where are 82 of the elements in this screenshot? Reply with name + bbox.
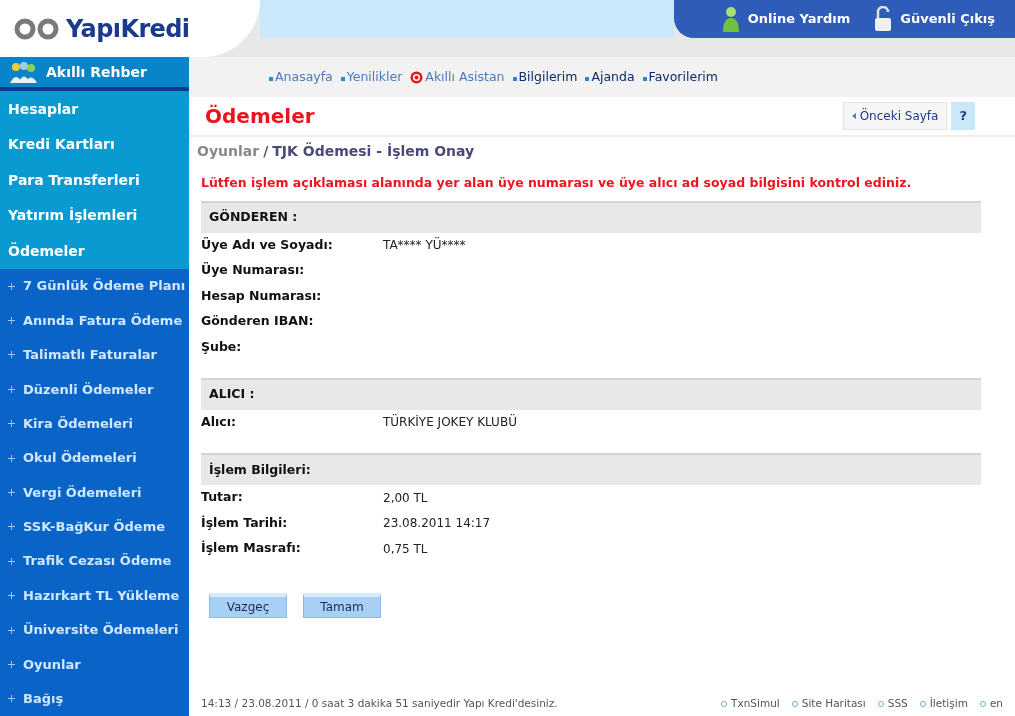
field-value: TÜRKİYE JOKEY KLUBÜ (383, 413, 517, 432)
footer-link[interactable]: TxnSimul (721, 696, 780, 712)
nav-link[interactable]: Bilgilerim (512, 67, 578, 87)
field-value: 0,75 TL (383, 540, 428, 558)
sidebar-item[interactable]: Ödemeler (0, 233, 189, 269)
field-label: Tutar: (201, 488, 244, 507)
bullet-icon (8, 385, 15, 393)
sidebar-subitem[interactable]: 7 Günlük Ödeme Planı (0, 268, 189, 304)
sidebar-item[interactable]: Hesaplar (0, 91, 189, 127)
smart-guide-bar[interactable]: Akıllı Rehber (0, 57, 189, 92)
field-value: 2,00 TL (383, 489, 428, 507)
bullet-icon (8, 351, 15, 359)
breadcrumb-separator: / (263, 142, 269, 161)
sidebar-item[interactable]: Para Transferleri (0, 162, 189, 198)
sidebar-subitem[interactable]: Oyunlar (0, 647, 189, 682)
field-label: Şube: (201, 337, 243, 356)
nav-link[interactable]: Ajanda (585, 67, 635, 87)
sidebar-subitem[interactable]: Bağış (0, 681, 189, 716)
bullet-icon (269, 77, 273, 81)
dialog-button[interactable]: Vazgeç (209, 593, 287, 619)
bullet-icon (512, 77, 517, 81)
person-icon (721, 6, 740, 32)
bullet-icon (8, 660, 15, 668)
sidebar-subitem[interactable]: Trafik Cezası Ödeme (0, 544, 189, 579)
sidebar-subitem[interactable]: Hazırkart TL Yükleme (0, 578, 189, 613)
section-header: GÖNDEREN : (201, 200, 981, 233)
sidebar-subitem[interactable]: Düzenli Ödemeler (0, 372, 189, 407)
padlock-icon (874, 6, 893, 32)
bullet-icon (340, 77, 345, 81)
target-icon (410, 70, 424, 84)
nav-link[interactable]: Yenilikler (340, 67, 403, 87)
bullet-icon (642, 77, 647, 81)
field-label: Alıcı: (201, 413, 237, 431)
field-label: Hesap Numarası: (201, 286, 323, 305)
bullet-icon (8, 592, 15, 600)
footer-link[interactable]: SSS (877, 696, 908, 712)
sidebar-subitem[interactable]: Okul Ödemeleri (0, 440, 189, 476)
bullet-icon (8, 317, 15, 324)
sidebar-subitem[interactable]: Vergi Ödemeleri (0, 475, 189, 510)
back-button[interactable]: Önceki Sayfa (842, 102, 948, 130)
nav-link[interactable]: Akıllı Asistan (410, 67, 505, 87)
warning-message: Lütfen işlem açıklaması alanında yer alan üye numarası ve üye alıcı ad soyad bilgisini kontrol ediniz. (200, 174, 913, 192)
breadcrumb-current: TJK Ödemesi - İşlem Onay (272, 141, 475, 161)
footer-link[interactable]: en (979, 696, 1003, 712)
people-icon (8, 61, 38, 84)
header-link[interactable]: Güvenli Çıkış (874, 6, 995, 32)
bullet-icon (8, 454, 15, 462)
sidebar-subitem[interactable]: Üniversite Ödemeleri (0, 612, 189, 648)
bullet-icon (8, 282, 15, 290)
breadcrumb-link[interactable]: Oyunlar (197, 141, 260, 162)
session-status: 14:13 / 23.08.2011 / 0 saat 3 dakika 51 saniyedir Yapı Kredi'desiniz. (201, 696, 558, 712)
header-link[interactable]: Online Yardım (721, 6, 851, 32)
sidebar-subitem[interactable]: Kira Ödemeleri (0, 406, 189, 441)
sidebar-subitem[interactable]: Talimatlı Faturalar (0, 337, 189, 373)
footer-link[interactable]: Site Haritası (791, 696, 866, 712)
field-label: Üye Adı ve Soyadı: (201, 236, 334, 255)
page-title: Ödemeler (205, 103, 315, 130)
field-label: Gönderen IBAN: (201, 312, 315, 331)
bullet-icon (8, 523, 15, 531)
help-button[interactable]: ? (951, 102, 975, 130)
section-header: İşlem Bilgileri: (201, 453, 981, 486)
left-arrow-icon (851, 113, 856, 119)
field-label: Üye Numarası: (201, 261, 306, 280)
sidebar-subitem[interactable]: Anında Fatura Ödeme (0, 303, 189, 338)
field-value: TA**** YÜ**** (383, 236, 466, 255)
field-value: 23.08.2011 14:17 (383, 515, 491, 533)
nav-link[interactable]: Favorilerim (642, 67, 718, 87)
sidebar-subitem[interactable]: SSK-BağKur Ödeme (0, 509, 189, 545)
bullet-icon (8, 420, 15, 428)
bullet-icon (8, 626, 15, 634)
field-label: İşlem Masrafı: (201, 539, 302, 558)
bullet-icon (8, 557, 15, 565)
sidebar-item[interactable]: Yatırım İşlemleri (0, 197, 189, 234)
bullet-icon (585, 77, 590, 81)
bullet-icon (8, 488, 15, 496)
footer-link[interactable]: İletişim (919, 696, 968, 712)
section-header: ALICI : (201, 377, 981, 410)
nav-link[interactable]: Anasayfa (269, 67, 333, 87)
bullet-icon (8, 695, 15, 703)
sidebar-item[interactable]: Kredi Kartları (0, 126, 189, 163)
field-label: İşlem Tarihi: (201, 513, 289, 532)
dialog-button[interactable]: Tamam (303, 593, 381, 619)
